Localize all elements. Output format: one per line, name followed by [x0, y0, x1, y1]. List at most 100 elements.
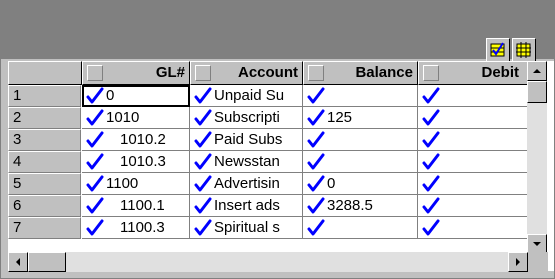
row-header[interactable]: 3: [8, 129, 81, 151]
account-cell[interactable]: Unpaid Su: [190, 85, 303, 107]
checkmark-icon: [422, 219, 440, 237]
checkmark-icon: [307, 219, 325, 237]
column-header-gl[interactable]: GL#: [82, 61, 190, 85]
checkmark-icon: [422, 175, 440, 193]
gl-cell[interactable]: 1010.3: [82, 151, 190, 173]
horizontal-scrollbar[interactable]: [8, 252, 548, 272]
cell-value: 1100.1: [120, 197, 165, 214]
checkmark-icon: [194, 87, 212, 105]
account-cell[interactable]: Spiritual s: [190, 217, 303, 239]
checkmark-icon: [422, 131, 440, 149]
cell-value: Newsstan: [214, 153, 280, 170]
balance-cell[interactable]: [303, 217, 418, 239]
checkmark-icon: [86, 87, 104, 105]
column-header-label: Balance: [355, 64, 413, 81]
cell-value: 1010: [106, 109, 140, 126]
column-check-icon[interactable]: [423, 65, 439, 81]
debit-cell[interactable]: [418, 129, 534, 151]
select-all-icon: [490, 42, 505, 57]
row-header[interactable]: 5: [8, 173, 81, 195]
column-header-label: GL#: [155, 64, 185, 81]
scroll-up-button[interactable]: [527, 61, 547, 81]
row-header[interactable]: 6: [8, 195, 81, 217]
checkmark-icon: [194, 219, 212, 237]
checkmark-icon: [307, 87, 325, 105]
account-cell[interactable]: Subscripti: [190, 107, 303, 129]
balance-cell[interactable]: 125: [303, 107, 418, 129]
checkmark-icon: [422, 87, 440, 105]
row-header[interactable]: 1: [8, 85, 81, 107]
corner-header[interactable]: [8, 61, 82, 85]
account-cell[interactable]: Paid Subs: [190, 129, 303, 151]
scroll-right-button[interactable]: [508, 252, 528, 272]
debit-cell[interactable]: [418, 151, 534, 173]
balance-cell[interactable]: [303, 151, 418, 173]
debit-cell[interactable]: [418, 85, 534, 107]
checkmark-icon: [86, 175, 104, 193]
arrow-down-icon: [533, 242, 541, 246]
debit-cell[interactable]: [418, 195, 534, 217]
vertical-scrollbar[interactable]: [527, 61, 547, 254]
account-cell[interactable]: Advertisin: [190, 173, 303, 195]
checkmark-icon: [86, 131, 104, 149]
checkmark-icon: [307, 153, 325, 171]
cell-value: Spiritual s: [214, 219, 280, 236]
cell-value: Insert ads: [214, 197, 280, 214]
arrow-right-icon: [516, 258, 520, 266]
arrow-up-icon: [533, 69, 541, 73]
row-header[interactable]: 7: [8, 217, 81, 239]
horizontal-scroll-thumb[interactable]: [28, 252, 66, 272]
column-check-icon[interactable]: [195, 65, 211, 81]
checkmark-icon: [194, 109, 212, 127]
column-header-account[interactable]: Account: [190, 61, 303, 85]
balance-cell[interactable]: 3288.5: [303, 195, 418, 217]
cell-value: 1100.3: [120, 219, 165, 236]
grid-icon: [516, 42, 531, 58]
balance-cell[interactable]: [303, 85, 418, 107]
checkmark-icon: [194, 197, 212, 215]
gl-cell[interactable]: 1100.3: [82, 217, 190, 239]
cell-value: Paid Subs: [214, 131, 283, 148]
row-header[interactable]: 4: [8, 151, 81, 173]
cell-value: 0: [106, 87, 115, 104]
checkmark-icon: [194, 153, 212, 171]
account-cell[interactable]: Newsstan: [190, 151, 303, 173]
cell-value: 1100: [106, 175, 139, 192]
column-header-debit[interactable]: Debit: [418, 61, 534, 85]
select-all-button[interactable]: [486, 38, 510, 62]
column-header-label: Debit: [481, 64, 520, 81]
cell-value: 3288.5: [327, 197, 373, 214]
gl-cell[interactable]: 1100: [82, 173, 190, 195]
checkmark-icon: [86, 197, 104, 215]
cell-value: 1010.2: [120, 131, 166, 148]
checkmark-icon: [422, 153, 440, 171]
checkmark-icon: [422, 109, 440, 127]
scroll-left-button[interactable]: [8, 252, 28, 272]
gl-cell[interactable]: 0: [82, 85, 190, 107]
checkmark-icon: [307, 109, 325, 127]
debit-cell[interactable]: [418, 217, 534, 239]
balance-cell[interactable]: [303, 129, 418, 151]
gl-cell[interactable]: 1100.1: [82, 195, 190, 217]
column-check-icon[interactable]: [87, 65, 103, 81]
gl-cell[interactable]: 1010.2: [82, 129, 190, 151]
scroll-down-button[interactable]: [527, 234, 547, 254]
arrow-left-icon: [16, 258, 20, 266]
checkmark-icon: [86, 219, 104, 237]
grid-button[interactable]: [512, 38, 536, 62]
account-cell[interactable]: Insert ads: [190, 195, 303, 217]
column-header-balance[interactable]: Balance: [303, 61, 418, 85]
scroll-corner: [528, 252, 548, 272]
debit-cell[interactable]: [418, 173, 534, 195]
data-grid[interactable]: GL# Account Balance Debit 1 0 Unpaid Su 2 10…: [8, 61, 554, 271]
vertical-scroll-thumb[interactable]: [527, 81, 547, 103]
debit-cell[interactable]: [418, 107, 534, 129]
checkmark-icon: [307, 175, 325, 193]
gl-cell[interactable]: 1010: [82, 107, 190, 129]
balance-cell[interactable]: 0: [303, 173, 418, 195]
cell-value: 125: [327, 109, 353, 126]
row-header[interactable]: 2: [8, 107, 81, 129]
column-check-icon[interactable]: [308, 65, 324, 81]
toolbar: [1, 1, 554, 62]
cell-value: 1010.3: [120, 153, 166, 170]
